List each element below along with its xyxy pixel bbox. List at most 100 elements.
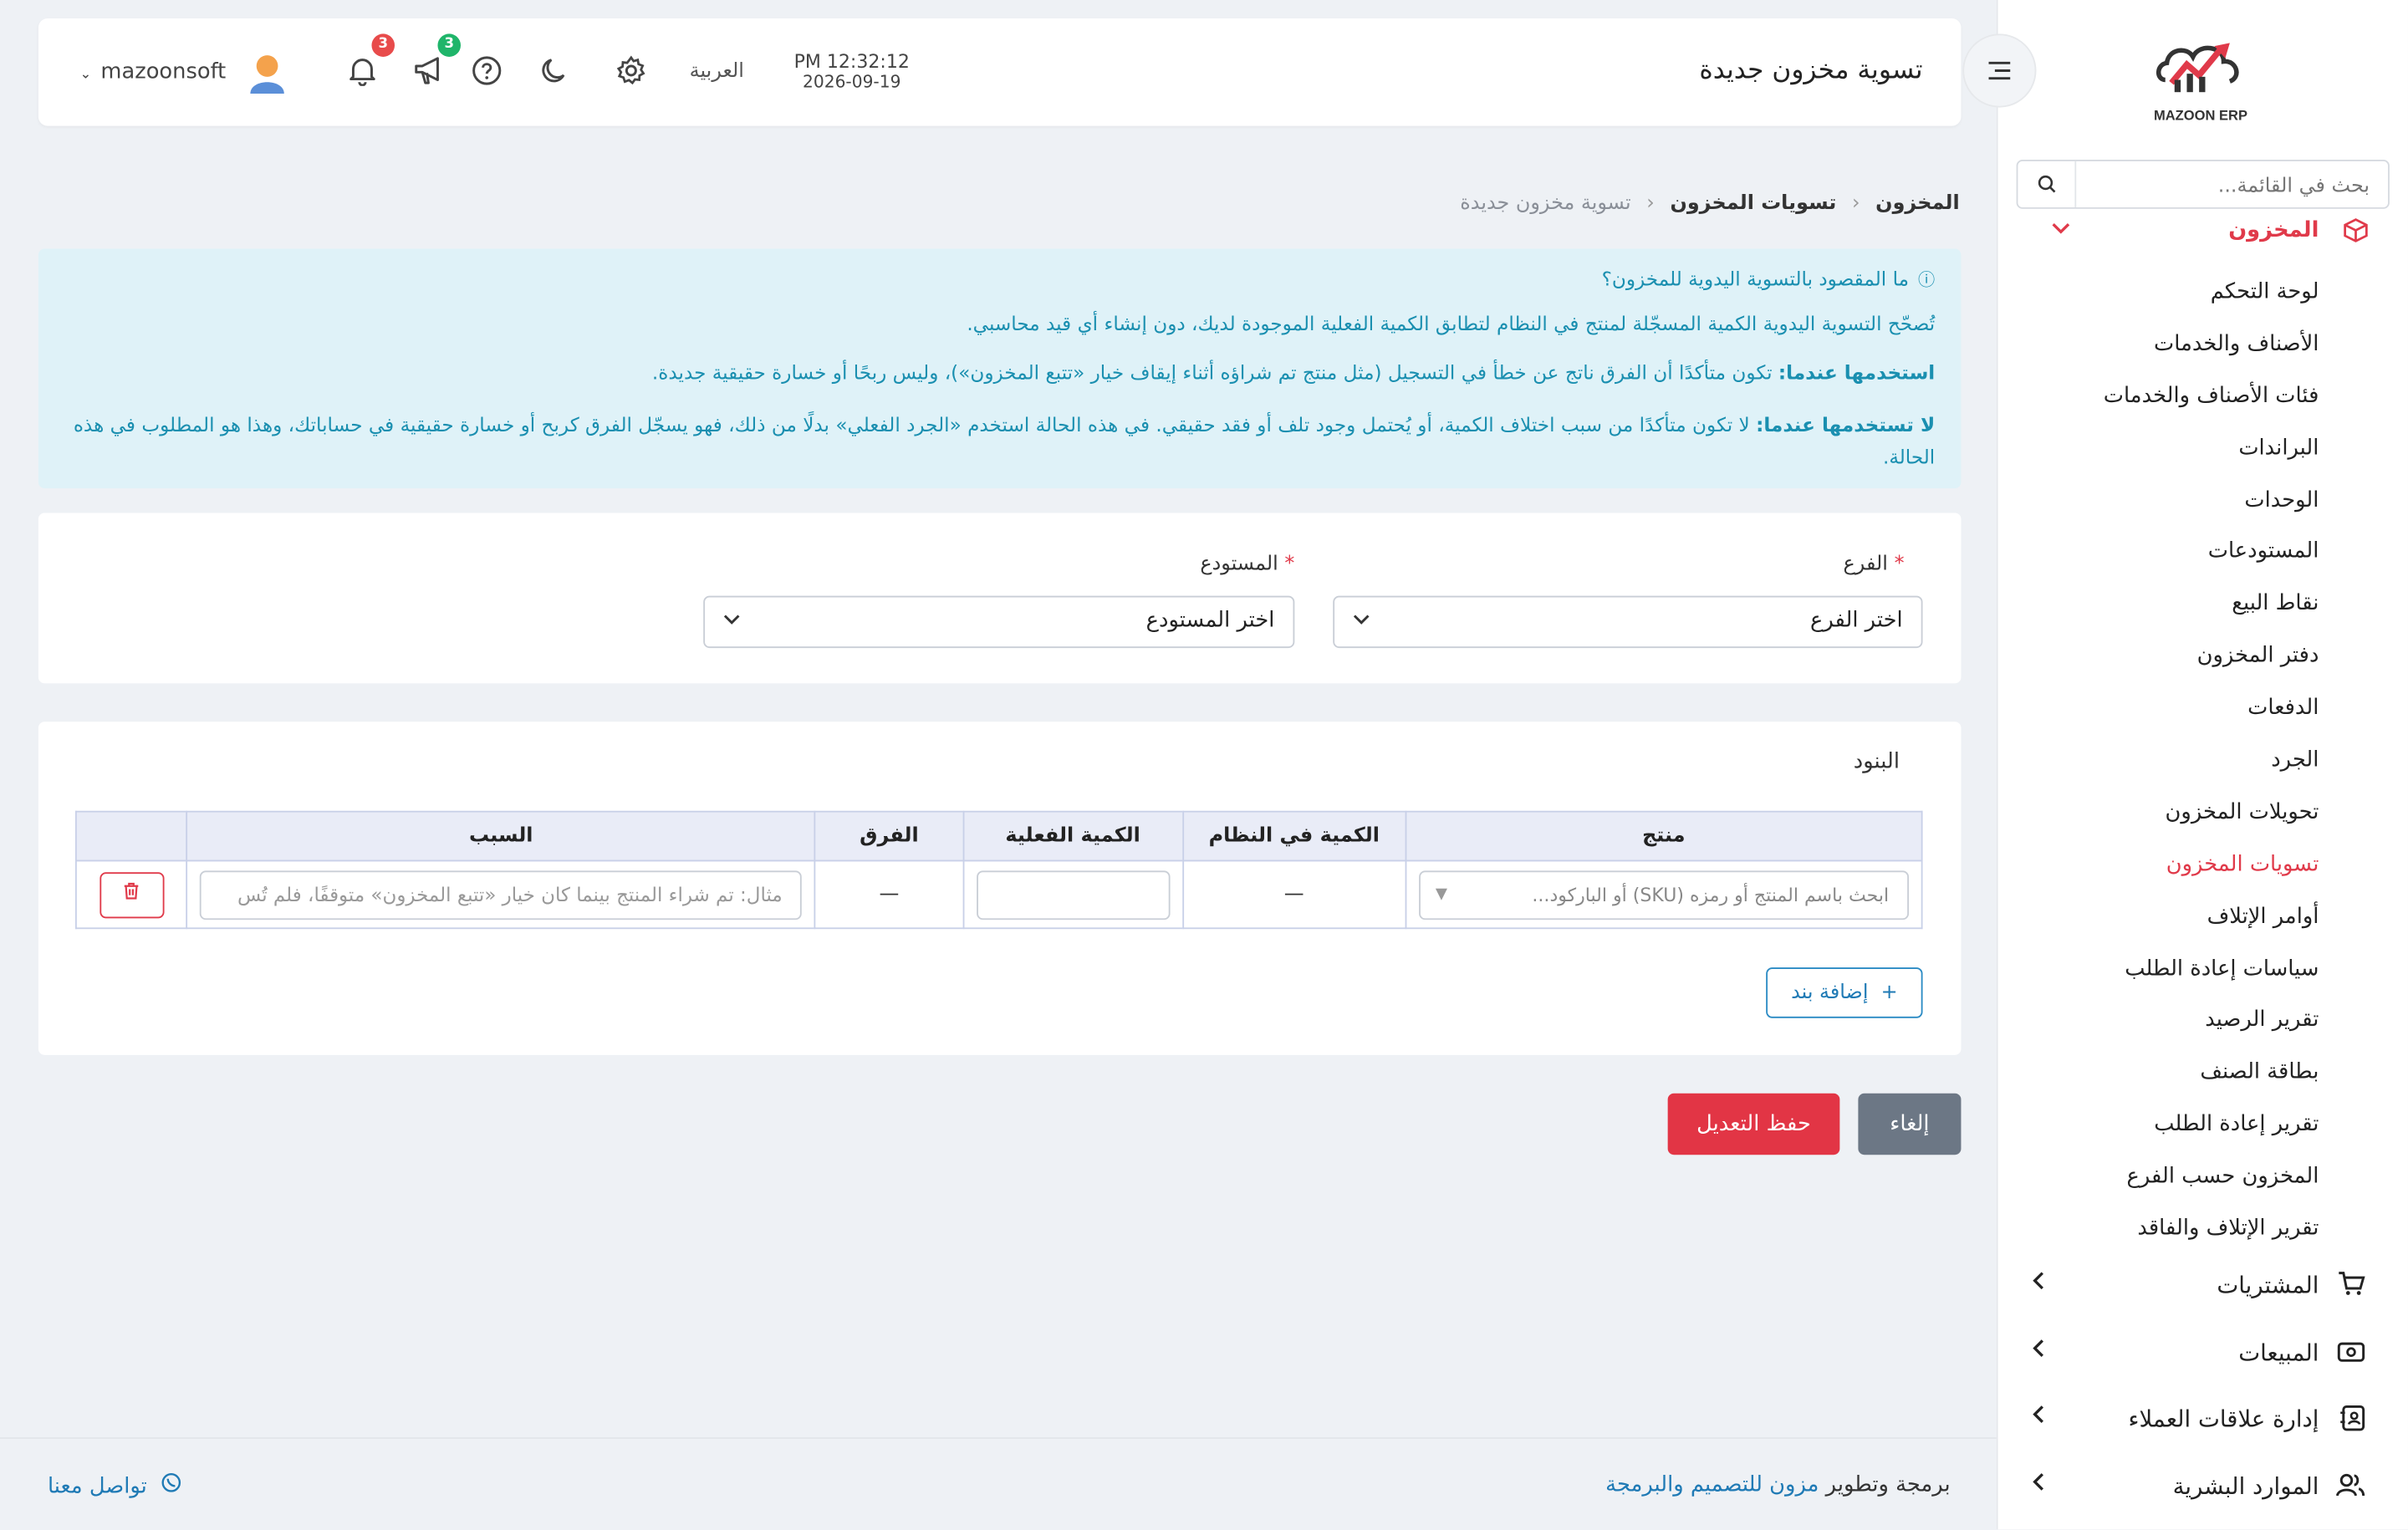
add-item-button[interactable]: + إضافة بند bbox=[1766, 967, 1923, 1018]
add-item-label: إضافة بند bbox=[1791, 981, 1869, 1005]
sidebar-group-label: إدارة علاقات العملاء bbox=[2128, 1405, 2319, 1433]
sidebar-item-balance-report[interactable]: تقرير الرصيد bbox=[2012, 1002, 2319, 1053]
contact-us-label: تواصل معنا bbox=[47, 1474, 147, 1499]
sidebar-item-reorder-policies[interactable]: سياسات إعادة الطلب bbox=[2012, 950, 2319, 1002]
footer-credit-prefix: برمجة وتطوير bbox=[1819, 1472, 1951, 1497]
sidebar-item-adjustments[interactable]: تسويات المخزون bbox=[2012, 846, 2319, 898]
notifications-button[interactable]: 3 bbox=[345, 33, 395, 89]
info-icon: ⓘ bbox=[1918, 270, 1936, 291]
product-search-select[interactable]: ابحث باسم المنتج أو رمزه (SKU) أو البارك… bbox=[1418, 870, 1910, 920]
cart-icon bbox=[2337, 1272, 2365, 1303]
info-when-to-use: استخدمها عندما: تكون متأكدًا أن الفرق نا… bbox=[652, 361, 1935, 385]
sidebar-item-stocktake[interactable]: الجرد bbox=[2012, 742, 2319, 793]
breadcrumb-item-inventory[interactable]: المخزون bbox=[1875, 192, 1959, 216]
notifications-badge: 3 bbox=[371, 33, 395, 57]
sidebar-group-purchases[interactable]: المشتريات bbox=[1998, 1265, 2408, 1311]
sidebar-item-disposal-orders[interactable]: أوامر الإتلاف bbox=[2012, 898, 2319, 950]
delete-row-button[interactable] bbox=[99, 871, 164, 918]
sidebar-item-warehouses[interactable]: المستودعات bbox=[2012, 533, 2319, 585]
items-table: منتج الكمية في النظام الكمية الفعلية الف… bbox=[74, 810, 1923, 930]
column-header-actual-qty: الكمية الفعلية bbox=[962, 810, 1184, 862]
product-cell: ابحث باسم المنتج أو رمزه (SKU) أو البارك… bbox=[1405, 859, 1923, 930]
sidebar-item-points-of-sale[interactable]: نقاط البيع bbox=[2012, 585, 2319, 637]
warehouse-label-text: المستودع bbox=[1200, 553, 1278, 576]
product-search-placeholder: ابحث باسم المنتج أو رمزه (SKU) أو البارك… bbox=[1532, 884, 1890, 905]
sidebar-item-stock-by-branch[interactable]: المخزون حسب الفرع bbox=[2012, 1158, 2319, 1210]
sidebar-item-item-categories[interactable]: فئات الأصناف والخدمات bbox=[2012, 377, 2319, 429]
actual-qty-cell bbox=[962, 859, 1184, 930]
user-avatar-icon bbox=[250, 55, 284, 94]
sidebar-section-inventory[interactable]: المخزون bbox=[2021, 215, 2390, 248]
user-menu[interactable]: ⌄ mazoonsoft bbox=[80, 60, 227, 84]
chevron-down-icon bbox=[1353, 608, 1370, 630]
required-mark: * bbox=[1284, 553, 1295, 576]
table-header-row: منتج الكمية في النظام الكمية الفعلية الف… bbox=[74, 810, 1923, 862]
cancel-button[interactable]: إلغاء bbox=[1858, 1093, 1962, 1155]
logo-text: MAZOON ERP bbox=[2153, 107, 2248, 123]
clock: PM 12:32:12 2026-09-19 bbox=[794, 52, 910, 93]
sidebar-item-reorder-report[interactable]: تقرير إعادة الطلب bbox=[2012, 1106, 2319, 1158]
sidebar-group-label: الموارد البشرية bbox=[2172, 1472, 2319, 1501]
items-section-title: البنود bbox=[1853, 749, 1900, 774]
breadcrumb-item-adjustments[interactable]: تسويات المخزون bbox=[1670, 192, 1836, 216]
search-icon[interactable] bbox=[2018, 161, 2077, 207]
company-logo[interactable]: MAZOON ERP bbox=[2140, 33, 2263, 123]
page-title: تسوية مخزون جديدة bbox=[1699, 55, 1923, 86]
sidebar-item-items-services[interactable]: الأصناف والخدمات bbox=[2012, 325, 2319, 377]
sidebar-item-brands[interactable]: البراندات bbox=[2012, 430, 2319, 482]
sidebar-item-inventory-ledger[interactable]: دفتر المخزون bbox=[2012, 638, 2319, 690]
avatar[interactable] bbox=[247, 52, 288, 94]
breadcrumb-separator-icon: ‹ bbox=[1852, 191, 1860, 216]
sidebar-item-units[interactable]: الوحدات bbox=[2012, 482, 2319, 533]
whatsapp-icon bbox=[161, 1473, 181, 1498]
column-header-reason: السبب bbox=[186, 810, 817, 862]
language-switch[interactable]: العربية bbox=[690, 60, 744, 84]
announcements-badge: 3 bbox=[437, 33, 462, 57]
gear-icon bbox=[616, 55, 645, 85]
warehouse-select[interactable]: اختر المستودع bbox=[703, 595, 1295, 649]
settings-button[interactable] bbox=[615, 55, 648, 89]
contact-us-link[interactable]: تواصل معنا bbox=[47, 1472, 181, 1499]
sidebar-search[interactable] bbox=[2016, 160, 2390, 209]
dark-mode-toggle[interactable] bbox=[538, 55, 571, 89]
sidebar-search-input[interactable] bbox=[2085, 170, 2370, 201]
help-button[interactable] bbox=[470, 55, 503, 89]
items-card: البنود منتج الكمية في النظام الكمية الفع… bbox=[38, 722, 1962, 1055]
cash-icon bbox=[2337, 1339, 2365, 1370]
info-use-text: تكون متأكدًا أن الفرق ناتج عن خطأ في الت… bbox=[651, 360, 1778, 385]
sidebar: MAZOON ERP المخزون لوحة التحكم الأصناف و… bbox=[1996, 0, 2408, 1530]
sidebar-group-hr[interactable]: الموارد البشرية bbox=[1998, 1466, 2408, 1512]
footer-company-link[interactable]: مزون للتصميم والبرمجة bbox=[1605, 1472, 1819, 1497]
chevron-down-icon: ⌄ bbox=[79, 67, 92, 84]
box-icon bbox=[2344, 218, 2368, 249]
footer: برمجة وتطوير مزون للتصميم والبرمجة تواصل… bbox=[0, 1437, 1997, 1529]
sidebar-group-label: المشتريات bbox=[2217, 1271, 2319, 1299]
column-header-system-qty: الكمية في النظام bbox=[1181, 810, 1406, 862]
sidebar-item-transfers[interactable]: تحويلات المخزون bbox=[2012, 793, 2319, 845]
info-question-text: ما المقصود بالتسوية اليدوية للمخزون؟ bbox=[1601, 267, 1910, 291]
sidebar-toggle-button[interactable] bbox=[1962, 33, 2037, 108]
sidebar-item-batches[interactable]: الدفعات bbox=[2012, 690, 2319, 742]
branch-select[interactable]: اختر الفرع bbox=[1333, 595, 1923, 649]
sidebar-group-sales[interactable]: المبيعات bbox=[1998, 1333, 2408, 1379]
sidebar-group-crm[interactable]: إدارة علاقات العملاء bbox=[1998, 1399, 2408, 1445]
sidebar-item-item-card[interactable]: بطاقة الصنف bbox=[2012, 1054, 2319, 1106]
warehouse-select-value: اختر المستودع bbox=[1145, 608, 1275, 633]
reason-input[interactable]: مثال: تم شراء المنتج بينما كان خيار «تتب… bbox=[199, 870, 803, 920]
actual-qty-input[interactable] bbox=[976, 870, 1170, 920]
sidebar-item-disposal-report[interactable]: تقرير الإتلاف والفاقد bbox=[2012, 1210, 2319, 1262]
branch-label: * الفرع bbox=[1844, 553, 1905, 576]
menu-icon bbox=[1988, 61, 2011, 80]
announcements-button[interactable]: 3 bbox=[411, 33, 462, 89]
breadcrumb: المخزون ‹ تسويات المخزون ‹ تسوية مخزون ج… bbox=[1460, 192, 1959, 216]
caret-down-icon: ▼ bbox=[1435, 885, 1447, 903]
table-row: ابحث باسم المنتج أو رمزه (SKU) أو البارك… bbox=[74, 859, 1923, 930]
info-alert: ⓘ ما المقصود بالتسوية اليدوية للمخزون؟ تُ… bbox=[38, 248, 1962, 489]
info-dont-text: لا تكون متأكدًا من سبب اختلاف الكمية، أو… bbox=[73, 413, 1936, 469]
info-when-not-to-use: لا تستخدمها عندما: لا تكون متأكدًا من سب… bbox=[70, 409, 1935, 473]
column-header-actions bbox=[74, 810, 188, 862]
difference-cell: — bbox=[814, 859, 964, 930]
sidebar-item-dashboard[interactable]: لوحة التحكم bbox=[2012, 273, 2319, 325]
save-button[interactable]: حفظ التعديل bbox=[1667, 1093, 1840, 1155]
megaphone-icon bbox=[414, 57, 439, 84]
